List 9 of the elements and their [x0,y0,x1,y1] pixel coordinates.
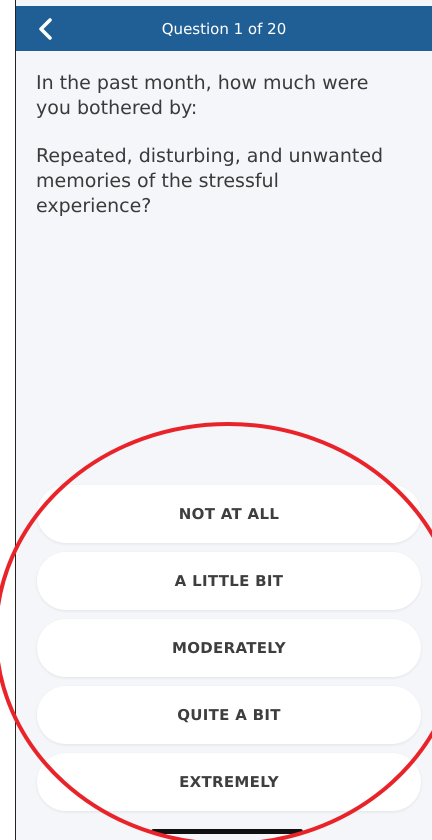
back-icon[interactable] [38,18,52,40]
answer-option[interactable]: QUITE A BIT [37,686,421,744]
answer-option[interactable]: A LITTLE BIT [37,552,421,610]
screen-title: Question 1 of 20 [160,20,288,38]
answer-option[interactable]: EXTREMELY [37,753,421,811]
answer-option[interactable]: NOT AT ALL [37,485,421,543]
question-text: Repeated, disturbing, and unwanted memories of the stressful experience? [36,144,384,219]
answer-option[interactable]: MODERATELY [37,619,421,677]
question-prompt: In the past month, how much were you bothered by: [36,71,370,121]
